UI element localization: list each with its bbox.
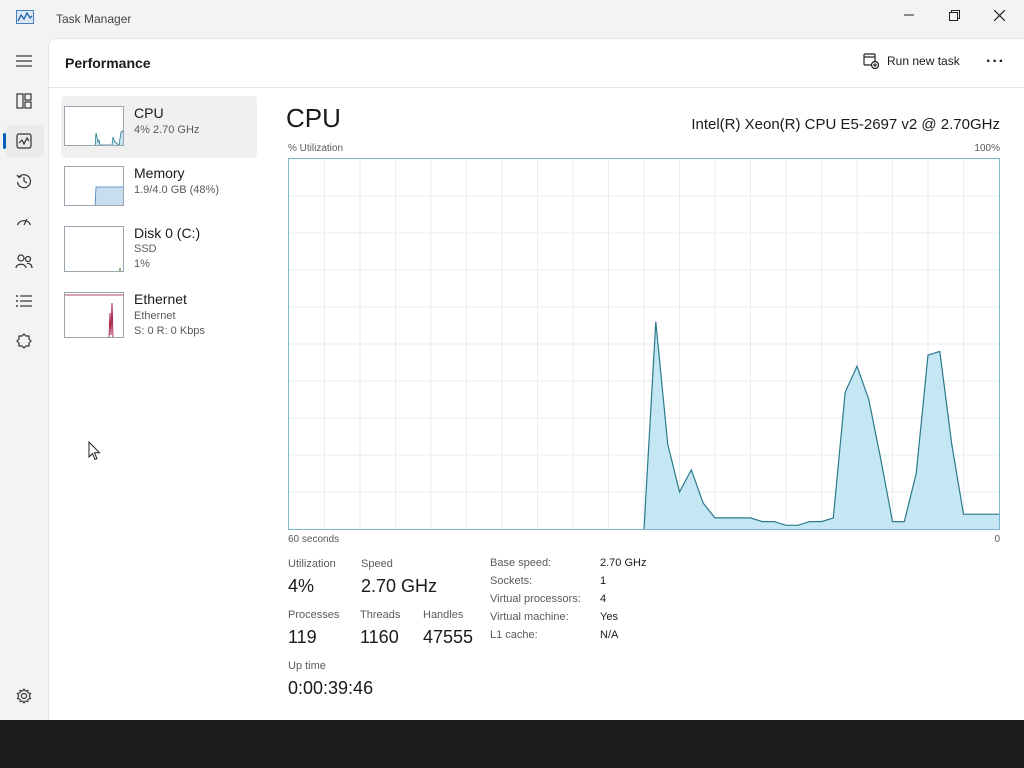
menu-icon — [16, 55, 32, 67]
nav-startup-apps[interactable] — [12, 209, 36, 233]
run-new-task-label: Run new task — [887, 54, 960, 68]
cpu-utilization-graph — [288, 158, 1000, 530]
processes-label: Processes — [288, 609, 340, 621]
nav-performance[interactable] — [12, 129, 36, 153]
processes-icon — [16, 93, 32, 109]
gear-icon — [16, 688, 32, 704]
y-axis-label: % Utilization — [288, 143, 344, 154]
utilization-value: 4% — [288, 576, 315, 596]
window-title: Task Manager — [56, 12, 132, 26]
cpu-heading: CPU — [286, 103, 341, 133]
mouse-cursor-icon — [88, 441, 101, 461]
sidebar-item-detail: 1.9/4.0 GB (48%) — [134, 184, 219, 196]
cpu-model-name: Intel(R) Xeon(R) CPU E5-2697 v2 @ 2.70GH… — [691, 116, 1000, 133]
close-icon — [993, 9, 1005, 21]
uptime-label: Up time — [288, 660, 326, 672]
sidebar-item-cpu[interactable]: CPU 4% 2.70 GHz — [61, 96, 257, 158]
sidebar-item-label: Memory — [134, 165, 185, 181]
sidebar-item-disk[interactable]: Disk 0 (C:) SSD 1% — [61, 216, 257, 278]
sidebar-item-memory[interactable]: Memory 1.9/4.0 GB (48%) — [61, 156, 257, 218]
minimize-button[interactable] — [886, 0, 932, 30]
task-manager-app-icon — [16, 10, 34, 24]
disk-thumbnail — [64, 226, 124, 272]
close-button[interactable] — [976, 0, 1022, 30]
startup-icon — [16, 218, 32, 226]
nav-users[interactable] — [12, 249, 36, 273]
processes-value: 119 — [288, 627, 317, 647]
virtual-machine-value: Yes — [600, 611, 618, 623]
speed-label: Speed — [361, 558, 393, 570]
x-axis-left-label: 60 seconds — [288, 534, 340, 545]
utilization-label: Utilization — [288, 558, 336, 570]
threads-value: 1160 — [360, 627, 399, 647]
threads-label: Threads — [360, 609, 401, 621]
more-options-button[interactable]: ··· — [986, 53, 1005, 71]
sockets-value: 1 — [600, 575, 607, 587]
uptime-value: 0:00:39:46 — [288, 678, 374, 698]
nav-app-history[interactable] — [12, 169, 36, 193]
title-bar: Task Manager — [0, 0, 1024, 38]
page-title: Performance — [65, 55, 151, 71]
y-axis-max-label: 100% — [974, 143, 1000, 154]
base-speed-value: 2.70 GHz — [600, 557, 647, 569]
task-manager-window: Task Manager Performance Run new task ··… — [0, 0, 1024, 720]
sidebar-item-label: Ethernet — [134, 291, 187, 307]
sidebar-item-label: Disk 0 (C:) — [134, 225, 201, 241]
nav-settings[interactable] — [12, 684, 36, 708]
nav-active-indicator — [3, 133, 6, 149]
handles-label: Handles — [423, 609, 464, 621]
sidebar-item-detail: S: 0 R: 0 Kbps — [134, 325, 205, 337]
nav-details[interactable] — [12, 289, 36, 313]
run-task-icon — [863, 53, 879, 69]
performance-page: Performance Run new task ··· CPU 4% 2.70… — [48, 38, 1024, 720]
memory-thumbnail — [64, 166, 124, 206]
sidebar-item-ethernet[interactable]: Ethernet Ethernet S: 0 R: 0 Kbps — [61, 282, 257, 344]
sidebar-item-detail: 4% 2.70 GHz — [134, 124, 200, 136]
sidebar-item-detail: Ethernet — [134, 310, 176, 322]
nav-processes[interactable] — [12, 89, 36, 113]
header-divider — [49, 87, 1024, 88]
sidebar-item-detail: SSD — [134, 243, 157, 255]
virtual-machine-key: Virtual machine: — [490, 611, 569, 623]
minimize-icon — [904, 14, 914, 16]
taskbar — [0, 720, 1024, 768]
ethernet-thumbnail — [64, 292, 124, 338]
run-new-task-button[interactable]: Run new task — [863, 53, 960, 69]
restore-icon — [948, 9, 960, 21]
details-icon — [16, 295, 32, 307]
cpu-graph-canvas — [289, 159, 999, 530]
virtual-processors-key: Virtual processors: — [490, 593, 581, 605]
cpu-thumbnail — [64, 106, 124, 146]
history-icon — [16, 174, 31, 189]
nav-services[interactable] — [12, 329, 36, 353]
nav-menu-button[interactable] — [12, 49, 36, 73]
l1-cache-key: L1 cache: — [490, 629, 538, 641]
users-icon — [15, 254, 33, 269]
base-speed-key: Base speed: — [490, 557, 552, 569]
performance-icon — [16, 133, 32, 149]
speed-value: 2.70 GHz — [361, 576, 438, 596]
sidebar-item-label: CPU — [134, 105, 164, 121]
sidebar-item-detail: 1% — [134, 258, 150, 270]
virtual-processors-value: 4 — [600, 593, 607, 605]
sockets-key: Sockets: — [490, 575, 533, 587]
x-axis-right-label: 0 — [994, 534, 1000, 545]
services-icon — [16, 333, 32, 349]
handles-value: 47555 — [423, 627, 474, 647]
l1-cache-value: N/A — [600, 629, 619, 641]
restore-button[interactable] — [931, 0, 977, 30]
